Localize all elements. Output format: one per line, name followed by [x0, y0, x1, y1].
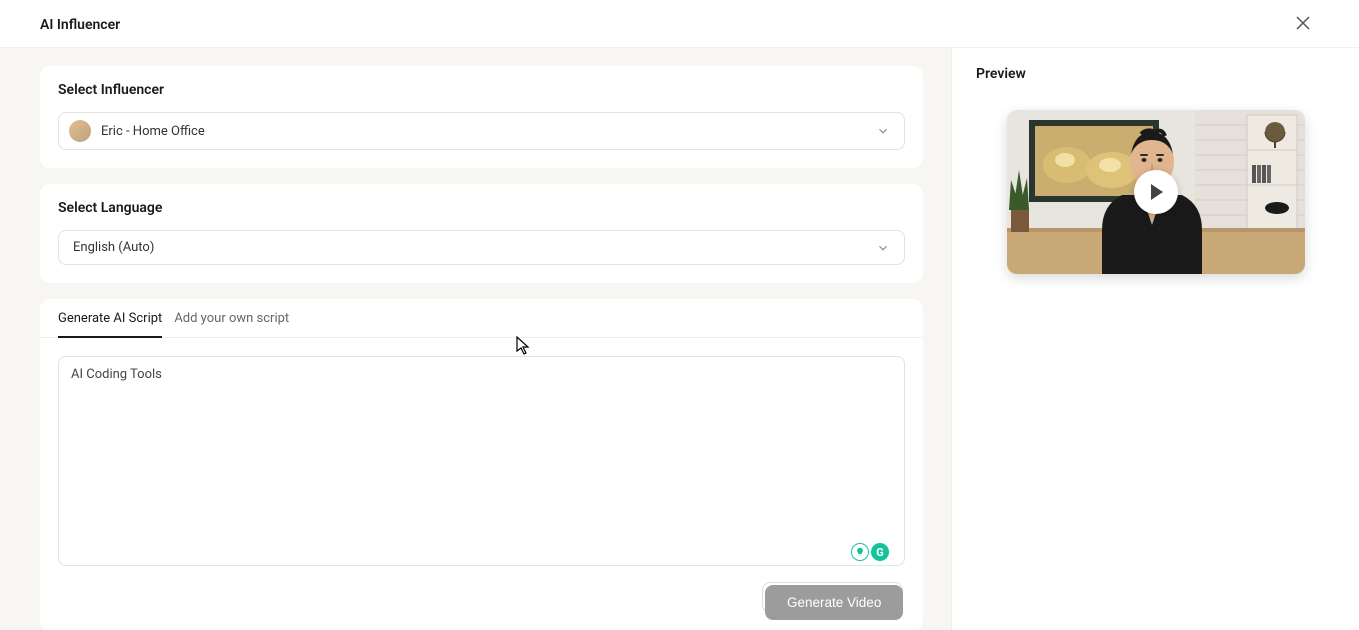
preview-video[interactable] — [1007, 110, 1305, 274]
language-select[interactable]: English (Auto) — [58, 230, 905, 265]
main-container: Select Influencer Eric - Home Office Sel… — [0, 48, 1359, 630]
language-selected-label: English (Auto) — [73, 240, 154, 255]
page-title: AI Influencer — [40, 17, 120, 33]
grammarly-badges: G — [849, 541, 891, 563]
tab-add-own-script[interactable]: Add your own script — [174, 299, 289, 338]
bulb-icon[interactable] — [851, 543, 869, 561]
chevron-down-icon — [876, 124, 890, 138]
left-panel: Select Influencer Eric - Home Office Sel… — [0, 48, 951, 630]
close-button[interactable] — [1292, 12, 1314, 38]
close-icon — [1296, 16, 1310, 30]
chevron-down-icon — [876, 241, 890, 255]
preview-panel: Preview — [951, 48, 1359, 630]
script-textarea[interactable] — [58, 356, 905, 566]
influencer-section-title: Select Influencer — [58, 82, 905, 98]
influencer-selected-label: Eric - Home Office — [101, 124, 205, 139]
script-tabs: Generate AI Script Add your own script — [40, 299, 923, 338]
play-button[interactable] — [1134, 170, 1178, 214]
tab-generate-ai-script[interactable]: Generate AI Script — [58, 299, 162, 338]
play-icon — [1151, 184, 1163, 200]
grammarly-icon[interactable]: G — [871, 543, 889, 561]
language-card: Select Language English (Auto) — [40, 184, 923, 283]
script-card: Generate AI Script Add your own script G… — [40, 299, 923, 630]
language-section-title: Select Language — [58, 200, 905, 216]
header: AI Influencer — [0, 0, 1359, 48]
influencer-select-left: Eric - Home Office — [69, 120, 205, 142]
influencer-select[interactable]: Eric - Home Office — [58, 112, 905, 150]
influencer-avatar — [69, 120, 91, 142]
preview-title: Preview — [976, 66, 1335, 82]
generate-video-button[interactable]: Generate Video — [765, 585, 903, 620]
influencer-card: Select Influencer Eric - Home Office — [40, 66, 923, 168]
